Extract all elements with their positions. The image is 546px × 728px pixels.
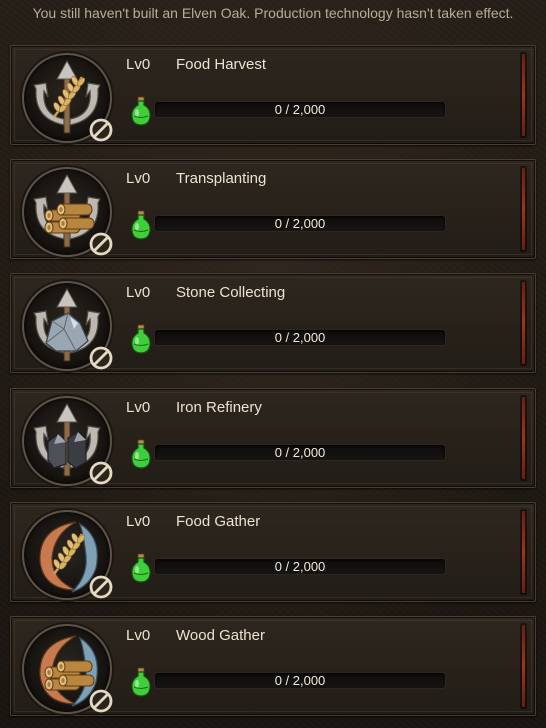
status-bar bbox=[522, 282, 525, 364]
locked-icon bbox=[89, 232, 113, 256]
tech-level: Lv0 bbox=[126, 56, 151, 73]
tech-card-transplanting[interactable]: Lv0 Transplanting 0 / 2,000 bbox=[10, 159, 536, 259]
progress-text: 0 / 2,000 bbox=[274, 330, 326, 345]
progress-bar: 0 / 2,000 bbox=[155, 673, 445, 688]
technology-list: Lv0 Food Harvest 0 / 2,000 Lv0 Transplan… bbox=[0, 0, 546, 728]
locked-icon bbox=[89, 461, 113, 485]
status-bar bbox=[522, 168, 525, 250]
locked-icon bbox=[89, 118, 113, 142]
progress-bar: 0 / 2,000 bbox=[155, 559, 445, 574]
tech-name: Iron Refinery bbox=[176, 399, 262, 416]
tech-level: Lv0 bbox=[126, 284, 151, 301]
progress-text: 0 / 2,000 bbox=[274, 102, 326, 117]
tech-name: Food Harvest bbox=[176, 56, 267, 73]
tech-name: Wood Gather bbox=[176, 627, 265, 644]
status-bar bbox=[522, 397, 525, 479]
locked-icon bbox=[89, 346, 113, 370]
green-potion-icon bbox=[131, 324, 151, 354]
tech-name: Food Gather bbox=[176, 513, 261, 530]
progress-text: 0 / 2,000 bbox=[274, 559, 326, 574]
status-bar bbox=[522, 54, 525, 136]
tech-card-food-gather[interactable]: Lv0 Food Gather 0 / 2,000 bbox=[10, 502, 536, 602]
progress-bar: 0 / 2,000 bbox=[155, 330, 445, 345]
progress-text: 0 / 2,000 bbox=[274, 673, 326, 688]
progress-text: 0 / 2,000 bbox=[274, 445, 326, 460]
tech-name: Stone Collecting bbox=[176, 284, 286, 301]
tech-card-wood-gather[interactable]: Lv0 Wood Gather 0 / 2,000 bbox=[10, 616, 536, 716]
progress-bar: 0 / 2,000 bbox=[155, 102, 445, 117]
tech-card-stone-collecting[interactable]: Lv0 Stone Collecting 0 / 2,000 bbox=[10, 273, 536, 373]
tech-name: Transplanting bbox=[176, 170, 267, 187]
tech-level: Lv0 bbox=[126, 399, 151, 416]
progress-bar: 0 / 2,000 bbox=[155, 445, 445, 460]
status-bar bbox=[522, 511, 525, 593]
tech-level: Lv0 bbox=[126, 170, 151, 187]
green-potion-icon bbox=[131, 439, 151, 469]
tech-card-food-harvest[interactable]: Lv0 Food Harvest 0 / 2,000 bbox=[10, 45, 536, 145]
locked-icon bbox=[89, 575, 113, 599]
green-potion-icon bbox=[131, 553, 151, 583]
green-potion-icon bbox=[131, 210, 151, 240]
progress-text: 0 / 2,000 bbox=[274, 216, 326, 231]
tech-level: Lv0 bbox=[126, 513, 151, 530]
progress-bar: 0 / 2,000 bbox=[155, 216, 445, 231]
status-bar bbox=[522, 625, 525, 707]
tech-level: Lv0 bbox=[126, 627, 151, 644]
locked-icon bbox=[89, 689, 113, 713]
green-potion-icon bbox=[131, 96, 151, 126]
tech-card-iron-refinery[interactable]: Lv0 Iron Refinery 0 / 2,000 bbox=[10, 388, 536, 488]
green-potion-icon bbox=[131, 667, 151, 697]
